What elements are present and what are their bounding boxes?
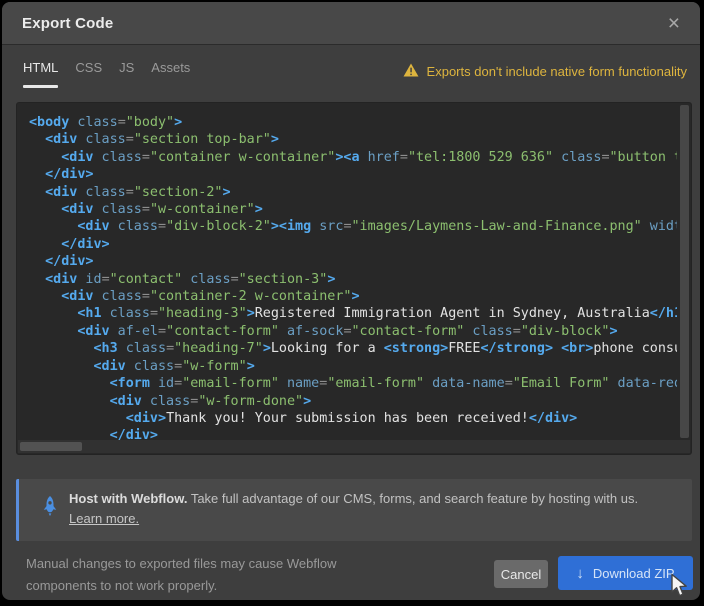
code-line: <form id="email-form" name="email-form" … — [29, 375, 677, 392]
code-line: <div>Thank you! Your submission has been… — [29, 410, 677, 427]
code-line: <div af-el="contact-form" af-sock="conta… — [29, 323, 677, 340]
tab-html[interactable]: HTML — [23, 60, 58, 88]
dialog-title-bar: Export Code × — [2, 2, 700, 45]
cancel-button[interactable]: Cancel — [494, 560, 548, 588]
code-line: <div class="w-form"> — [29, 358, 677, 375]
form-warning: Exports don't include native form functi… — [403, 63, 687, 80]
download-zip-button[interactable]: ↓ Download ZIP — [558, 556, 693, 590]
horizontal-scrollbar-track[interactable] — [18, 440, 690, 453]
code-line: </div> — [29, 427, 677, 440]
tab-assets[interactable]: Assets — [151, 60, 190, 88]
warning-triangle-icon — [403, 63, 419, 80]
code-line: <div id="contact" class="section-3"> — [29, 271, 677, 288]
code-line: <div class="w-form-done"> — [29, 393, 677, 410]
banner-text: Host with Webflow. Take full advantage o… — [69, 489, 676, 529]
code-line: <div class="w-container"> — [29, 201, 677, 218]
code-content: <body class="body"> <div class="section … — [29, 114, 677, 440]
banner-bold: Host with Webflow. — [69, 491, 187, 506]
tab-bar: HTML CSS JS Assets — [23, 60, 190, 88]
close-icon[interactable]: × — [668, 13, 680, 34]
footer-note-line-2: components to not work properly. — [26, 575, 406, 597]
footer-note: Manual changes to exported files may cau… — [26, 553, 406, 597]
code-line: <body class="body"> — [29, 114, 677, 131]
banner-message: Take full advantage of our CMS, forms, a… — [187, 491, 638, 506]
code-line: <div class="container-2 w-container"> — [29, 288, 677, 305]
code-line: <h3 class="heading-7">Looking for a <str… — [29, 340, 677, 357]
banner-line-1: Host with Webflow. Take full advantage o… — [69, 489, 676, 509]
code-line: </div> — [29, 253, 677, 270]
download-zip-label: Download ZIP — [593, 566, 675, 581]
code-line: <div class="section top-bar"> — [29, 131, 677, 148]
rocket-icon — [40, 495, 60, 523]
code-line: <div class="section-2"> — [29, 184, 677, 201]
code-editor[interactable]: <body class="body"> <div class="section … — [16, 102, 692, 455]
code-line: </div> — [29, 236, 677, 253]
tab-css[interactable]: CSS — [75, 60, 102, 88]
host-with-webflow-banner: Host with Webflow. Take full advantage o… — [16, 479, 692, 541]
download-arrow-icon: ↓ — [576, 566, 584, 581]
code-line: <div class="div-block-2"><img src="image… — [29, 218, 677, 235]
page-title: Export Code — [22, 15, 113, 32]
code-line: <h1 class="heading-3">Registered Immigra… — [29, 305, 677, 322]
export-code-dialog: Export Code × HTML CSS JS Assets Exports… — [2, 2, 700, 600]
horizontal-scrollbar-thumb[interactable] — [20, 442, 82, 451]
code-line: </div> — [29, 166, 677, 183]
footer-note-line-1: Manual changes to exported files may cau… — [26, 553, 406, 575]
vertical-scrollbar-thumb[interactable] — [680, 105, 689, 438]
tab-js[interactable]: JS — [119, 60, 134, 88]
code-line: <div class="container w-container"><a hr… — [29, 149, 677, 166]
learn-more-link[interactable]: Learn more. — [69, 511, 139, 526]
warning-text: Exports don't include native form functi… — [427, 64, 687, 79]
